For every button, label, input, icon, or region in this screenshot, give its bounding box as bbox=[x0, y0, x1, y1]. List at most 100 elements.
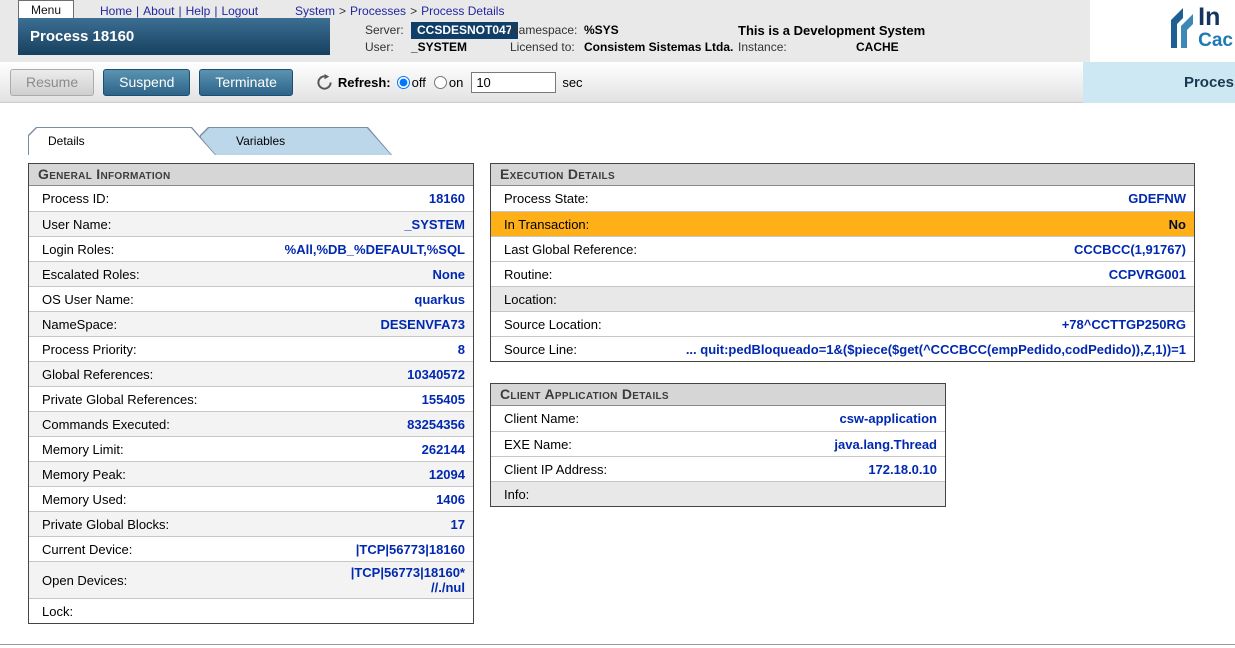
refresh-icon[interactable] bbox=[316, 74, 333, 91]
row-label: Open Devices: bbox=[29, 570, 135, 591]
table-row: Client Name:csw-application bbox=[491, 406, 945, 431]
row-label: Client Name: bbox=[491, 408, 587, 429]
refresh-off-radio[interactable] bbox=[397, 76, 410, 89]
nav-link-about[interactable]: About bbox=[143, 4, 174, 18]
licensed-value: Consistem Sistemas Ltda. bbox=[584, 40, 733, 54]
row-value: CCPVRG001 bbox=[560, 264, 1194, 285]
general-information-header: General Information bbox=[29, 164, 473, 186]
cache-bracket-icon bbox=[1169, 4, 1195, 50]
row-value: 155405 bbox=[205, 389, 473, 410]
resume-button[interactable]: Resume bbox=[10, 69, 94, 96]
row-value: quarkus bbox=[142, 289, 473, 310]
row-value: ... quit:pedBloqueado=1&($piece($get(^CC… bbox=[585, 339, 1194, 360]
table-row: Login Roles:%All,%DB_%DEFAULT,%SQL bbox=[29, 236, 473, 261]
table-row: Source Line:... quit:pedBloqueado=1&($pi… bbox=[491, 336, 1194, 361]
table-row: OS User Name:quarkus bbox=[29, 286, 473, 311]
table-row: EXE Name:java.lang.Thread bbox=[491, 431, 945, 456]
breadcrumb-processes[interactable]: Processes bbox=[350, 4, 406, 18]
table-row: Private Global Blocks:17 bbox=[29, 511, 473, 536]
breadcrumb: System>Processes>Process Details bbox=[295, 4, 504, 18]
row-label: Source Location: bbox=[491, 314, 610, 335]
refresh-unit-label: sec bbox=[562, 75, 582, 90]
row-value: 17 bbox=[177, 514, 473, 535]
refresh-on-label: on bbox=[449, 75, 463, 90]
tab-details[interactable]: Details bbox=[28, 127, 216, 155]
table-row: Memory Peak:12094 bbox=[29, 461, 473, 486]
tab-variables[interactable]: Variables bbox=[200, 127, 392, 155]
nav-link-home[interactable]: Home bbox=[100, 4, 132, 18]
row-label: Login Roles: bbox=[29, 239, 122, 260]
execution-details-panel: Execution Details Process State:GDEFNW I… bbox=[490, 163, 1195, 362]
row-value: 83254356 bbox=[178, 414, 473, 435]
breadcrumb-system[interactable]: System bbox=[295, 4, 335, 18]
row-value: 12094 bbox=[134, 464, 473, 485]
logo-block: In Cac bbox=[1090, 0, 1235, 62]
table-row: Info: bbox=[491, 481, 945, 506]
in-transaction-row: In Transaction:No bbox=[491, 211, 1194, 236]
logo-text-bottom: Cac bbox=[1198, 30, 1233, 52]
row-value: DESENVFA73 bbox=[125, 314, 473, 335]
row-label: Memory Limit: bbox=[29, 439, 132, 460]
table-row: Commands Executed:83254356 bbox=[29, 411, 473, 436]
refresh-off-label: off bbox=[412, 75, 426, 90]
row-value: %All,%DB_%DEFAULT,%SQL bbox=[122, 239, 473, 260]
table-row: Source Location:+78^CCTTGP250RG bbox=[491, 311, 1194, 336]
row-label: Process State: bbox=[491, 188, 597, 209]
suspend-button[interactable]: Suspend bbox=[103, 69, 190, 96]
namespace-label: Namespace: bbox=[510, 22, 584, 39]
process-details-page: Menu Home|About|Help|Logout System>Proce… bbox=[0, 0, 1235, 648]
row-label: EXE Name: bbox=[491, 434, 580, 455]
row-value: 8 bbox=[145, 339, 473, 360]
terminate-button[interactable]: Terminate bbox=[199, 69, 292, 96]
row-label: Memory Used: bbox=[29, 489, 135, 510]
row-value: _SYSTEM bbox=[119, 214, 473, 235]
refresh-interval-input[interactable] bbox=[471, 72, 556, 93]
row-label: Process ID: bbox=[29, 188, 117, 209]
server-name-badge: CCSDESNOT047 bbox=[411, 22, 518, 39]
table-row: Lock: bbox=[29, 598, 473, 623]
table-row: Process State:GDEFNW bbox=[491, 186, 1194, 211]
row-value bbox=[565, 296, 1194, 302]
instance-info-block: This is a Development System Instance:CA… bbox=[738, 22, 925, 56]
row-label: Source Line: bbox=[491, 339, 585, 360]
logo-text-top: In bbox=[1198, 4, 1233, 30]
instance-label: Instance: bbox=[738, 39, 856, 56]
nav-link-help[interactable]: Help bbox=[186, 4, 211, 18]
row-value: 172.18.0.10 bbox=[615, 459, 945, 480]
row-value: 1406 bbox=[135, 489, 473, 510]
nav-link-logout[interactable]: Logout bbox=[221, 4, 258, 18]
row-value: 262144 bbox=[132, 439, 473, 460]
row-value: None bbox=[148, 264, 473, 285]
title-bar: Process 18160 bbox=[18, 18, 330, 55]
namespace-value: %SYS bbox=[584, 23, 619, 37]
refresh-on-radio[interactable] bbox=[434, 76, 447, 89]
top-nav-links: Home|About|Help|Logout bbox=[100, 4, 258, 18]
breadcrumb-process-details: Process Details bbox=[421, 4, 504, 18]
table-row: User Name:_SYSTEM bbox=[29, 211, 473, 236]
row-label: OS User Name: bbox=[29, 289, 142, 310]
general-information-panel: General Information Process ID:18160 Use… bbox=[28, 163, 474, 624]
row-label: Last Global Reference: bbox=[491, 239, 645, 260]
row-value: |TCP|56773|18160 bbox=[140, 539, 473, 560]
row-label: Info: bbox=[491, 484, 537, 505]
row-label: Global References: bbox=[29, 364, 161, 385]
row-label: User Name: bbox=[29, 214, 119, 235]
row-value bbox=[537, 491, 945, 497]
nav-separator: | bbox=[136, 4, 139, 18]
row-value: 10340572 bbox=[161, 364, 473, 385]
refresh-label: Refresh: bbox=[338, 75, 391, 90]
table-row: Memory Limit:262144 bbox=[29, 436, 473, 461]
nav-separator: | bbox=[214, 4, 217, 18]
row-label: Private Global References: bbox=[29, 389, 205, 410]
refresh-controls: Refresh: off on sec bbox=[316, 72, 583, 93]
table-row: Open Devices:|TCP|56773|18160* //./nul bbox=[29, 561, 473, 598]
dev-system-text: This is a Development System bbox=[738, 22, 925, 39]
server-label: Server: bbox=[365, 22, 411, 39]
tab-details-label: Details bbox=[48, 134, 85, 148]
table-row: Global References:10340572 bbox=[29, 361, 473, 386]
row-label: Lock: bbox=[29, 601, 81, 622]
row-label: Escalated Roles: bbox=[29, 264, 148, 285]
row-value: GDEFNW bbox=[597, 188, 1194, 209]
row-label: Commands Executed: bbox=[29, 414, 178, 435]
intersystems-cache-logo: In Cac bbox=[1169, 4, 1233, 52]
